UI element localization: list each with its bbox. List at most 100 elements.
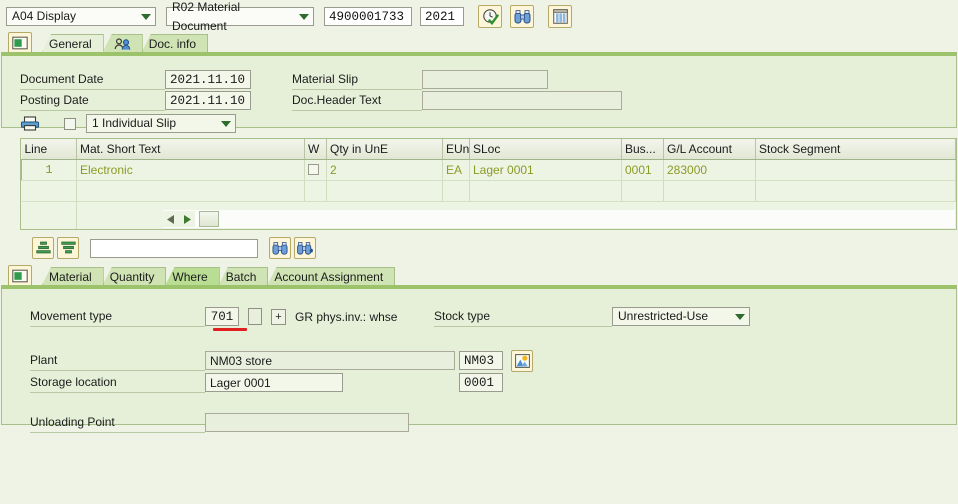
slip-type-select[interactable]: 1 Individual Slip: [86, 114, 236, 133]
detail-tabstrip: Material Quantity Where Batch Account As…: [0, 265, 958, 287]
printer-icon[interactable]: [20, 116, 42, 131]
movement-type-checkbox[interactable]: [248, 308, 262, 325]
cell-eun[interactable]: EA: [442, 159, 470, 181]
object-select[interactable]: R02 Material Document: [166, 0, 314, 33]
col-sloc[interactable]: SLoc: [469, 139, 622, 160]
document-number-input[interactable]: 4900001733: [324, 7, 412, 26]
binoculars-plus-icon: [297, 241, 313, 255]
detail-folder-button[interactable]: [8, 265, 32, 287]
cell-sloc[interactable]: [469, 180, 622, 202]
tab-quantity-label: Quantity: [109, 270, 155, 284]
cell-stock-segment[interactable]: [755, 159, 956, 181]
material-slip-input[interactable]: [422, 70, 548, 89]
tab-general[interactable]: General: [42, 34, 104, 52]
sort-ascending-button[interactable]: [32, 237, 54, 259]
find-button[interactable]: [510, 5, 534, 28]
sort-ascending-icon: [35, 241, 51, 254]
col-stock-segment[interactable]: Stock Segment: [755, 139, 956, 160]
document-date-label: Document Date: [20, 70, 165, 90]
mode-select[interactable]: A04 Display: [6, 7, 156, 26]
cell-stock-segment[interactable]: [755, 180, 956, 202]
print-slip-row: 1 Individual Slip: [20, 114, 236, 133]
item-grid: Line Mat. Short Text W Qty in UnE EUn SL…: [20, 138, 957, 230]
cell-bus[interactable]: 0001: [621, 159, 664, 181]
tab-quantity[interactable]: Quantity: [102, 267, 167, 285]
cell-w-checkbox[interactable]: [304, 159, 327, 181]
col-mat-short-text[interactable]: Mat. Short Text: [76, 139, 305, 160]
chevron-down-icon: [735, 313, 745, 320]
grid-find-next-button[interactable]: [294, 237, 316, 259]
scroll-right-button[interactable]: [179, 211, 195, 227]
tab-batch[interactable]: Batch: [218, 267, 269, 285]
scroll-left-button[interactable]: [163, 211, 179, 227]
movement-type-annotation: [213, 328, 247, 331]
storage-location-label: Storage location: [30, 373, 205, 393]
unloading-point-input[interactable]: [205, 413, 409, 432]
folder-open-icon: [12, 269, 28, 283]
storage-location-description-input[interactable]: Lager 0001: [205, 373, 343, 392]
table-grid-icon: [552, 9, 568, 24]
doc-header-text-label: Doc.Header Text: [292, 91, 422, 111]
col-qty-in-une[interactable]: Qty in UnE: [326, 139, 443, 160]
col-w[interactable]: W: [304, 139, 327, 160]
tab-partners[interactable]: [102, 34, 143, 52]
unloading-point-row: Unloading Point: [30, 413, 409, 433]
grid-search-input[interactable]: [90, 238, 258, 258]
fiscal-year-input[interactable]: 2021: [420, 7, 464, 26]
cell-line[interactable]: 1: [21, 159, 77, 181]
cell-eun[interactable]: [442, 180, 470, 202]
material-slip-label: Material Slip: [292, 70, 422, 90]
binoculars-icon: [272, 241, 288, 255]
tab-where[interactable]: Where: [165, 267, 220, 285]
cell-bus[interactable]: [621, 180, 664, 202]
tab-material[interactable]: Material: [42, 267, 104, 285]
table-row[interactable]: 1 Electronic 2 EA Lager 0001 0001 283000: [21, 159, 956, 181]
cell-mat-short-text[interactable]: [76, 180, 305, 202]
cell-gl-account[interactable]: 283000: [663, 159, 756, 181]
movement-type-row: Movement type 701 + GR phys.inv.: whse: [30, 307, 397, 327]
chevron-down-icon: [299, 13, 309, 20]
cell-mat-short-text[interactable]: Electronic: [76, 159, 305, 181]
print-checkbox[interactable]: [64, 117, 76, 130]
plant-value-help-button[interactable]: [511, 349, 533, 372]
movement-expand-button[interactable]: +: [271, 308, 286, 325]
row-checkbox[interactable]: [308, 164, 319, 175]
stock-type-label: Stock type: [434, 307, 612, 327]
grid-toolbar: [32, 236, 958, 260]
grid-header-row: Line Mat. Short Text W Qty in UnE EUn SL…: [21, 139, 956, 160]
table-layout-button[interactable]: [548, 5, 572, 28]
col-line[interactable]: Line: [21, 139, 77, 160]
cell-gl-account[interactable]: [663, 180, 756, 202]
tab-doc-info[interactable]: Doc. info: [141, 34, 209, 52]
header-folder-button[interactable]: [8, 32, 32, 54]
plant-code-input[interactable]: NM03: [459, 351, 503, 370]
cell-sloc[interactable]: Lager 0001: [469, 159, 622, 181]
scroll-thumb[interactable]: [199, 211, 219, 227]
doc-header-text-input[interactable]: [422, 91, 622, 110]
stock-type-select[interactable]: Unrestricted-Use: [612, 307, 750, 326]
chevron-down-icon: [141, 13, 151, 20]
enter-button[interactable]: [478, 5, 502, 28]
document-date-input[interactable]: 2021.11.10: [165, 70, 251, 89]
binoculars-icon: [514, 9, 530, 23]
table-row[interactable]: [21, 180, 956, 202]
plant-description-input[interactable]: NM03 store: [205, 351, 455, 370]
sort-descending-button[interactable]: [57, 237, 79, 259]
movement-type-input[interactable]: 701: [205, 307, 239, 326]
cell-line[interactable]: [21, 180, 77, 202]
people-icon: [114, 38, 131, 50]
cell-qty-in-une[interactable]: 2: [326, 159, 443, 181]
triangle-left-icon: [167, 214, 174, 224]
cell-qty-in-une[interactable]: [326, 180, 443, 202]
grid-find-button[interactable]: [269, 237, 291, 259]
col-eun[interactable]: EUn: [442, 139, 470, 160]
col-gl-account[interactable]: G/L Account: [663, 139, 756, 160]
col-bus[interactable]: Bus...: [621, 139, 664, 160]
cell-w-checkbox[interactable]: [304, 180, 327, 202]
header-tabstrip: General Doc. info: [0, 32, 958, 54]
tab-account-assignment[interactable]: Account Assignment: [267, 267, 396, 285]
storage-location-code-input[interactable]: 0001: [459, 373, 503, 392]
posting-date-input[interactable]: 2021.11.10: [165, 91, 251, 110]
object-select-value: R02 Material Document: [172, 0, 241, 33]
grid-horizontal-scrollbar[interactable]: [163, 210, 955, 228]
